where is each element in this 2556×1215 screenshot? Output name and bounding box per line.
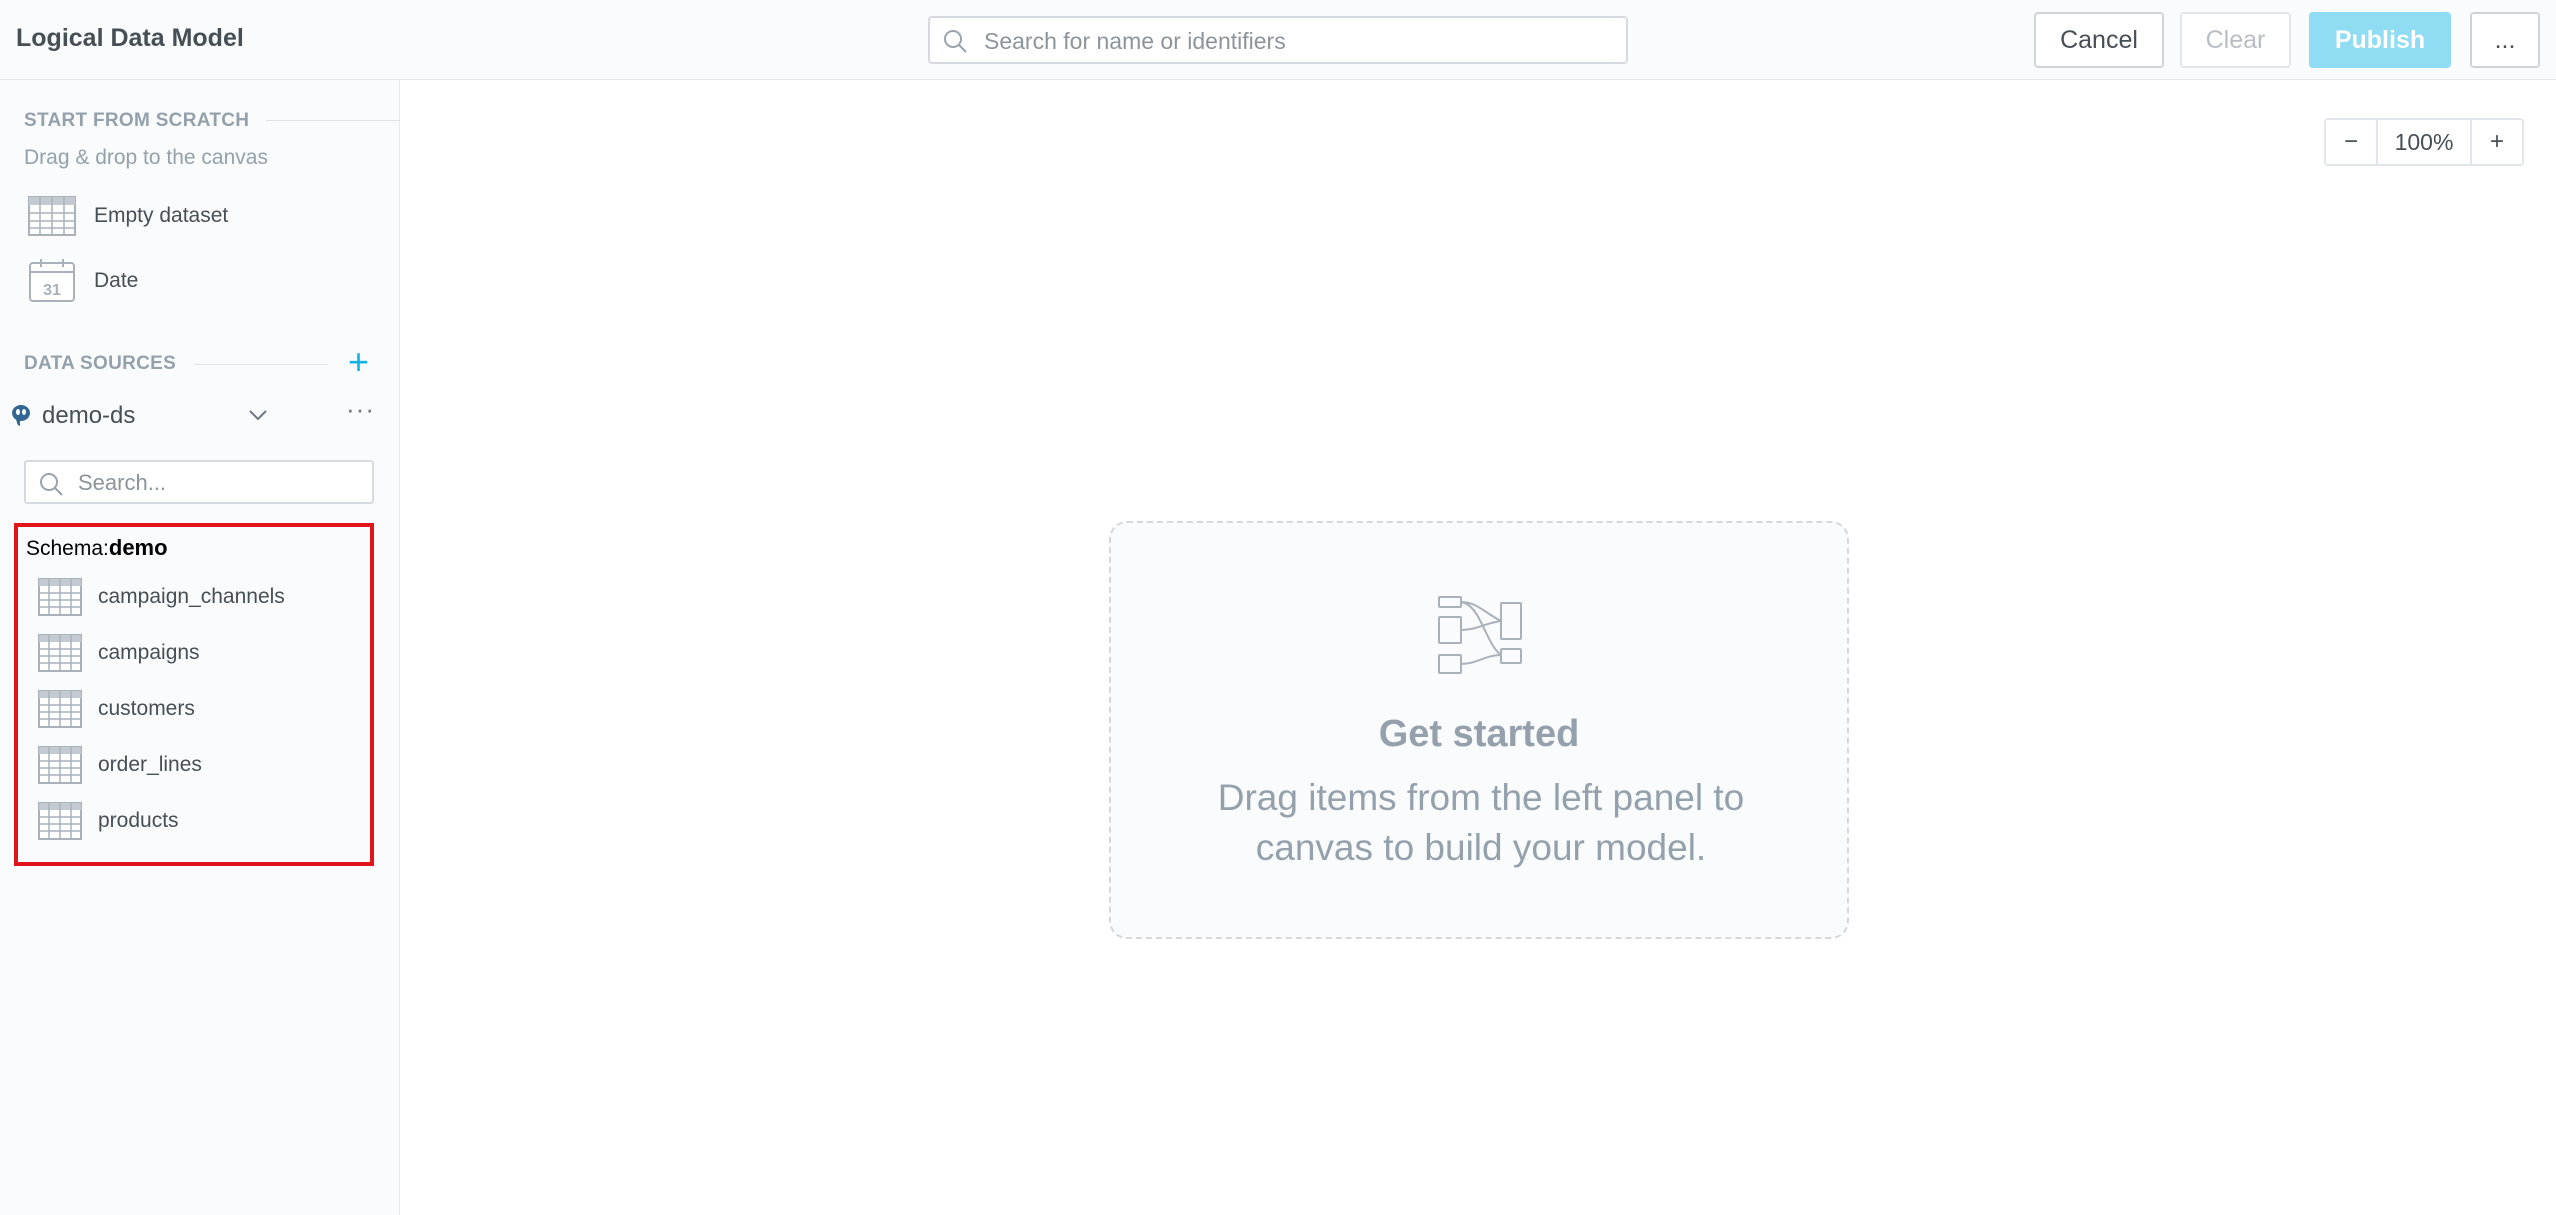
table-item[interactable]: products — [38, 801, 179, 841]
schema-name: demo — [108, 535, 168, 560]
section-title-data-sources: DATA SOURCES — [24, 353, 177, 374]
table-icon — [28, 196, 76, 236]
search-icon — [944, 30, 967, 53]
divider — [194, 364, 328, 365]
table-name: customers — [98, 697, 195, 720]
table-item[interactable]: campaigns — [38, 633, 200, 673]
schema-tree: Schema:demo campaign_channels campaigns … — [14, 523, 374, 866]
zoom-control: − 100% + — [2324, 118, 2524, 166]
section-title-scratch: START FROM SCRATCH — [24, 110, 250, 131]
scratch-hint: Drag & drop to the canvas — [24, 146, 268, 169]
svg-text:31: 31 — [43, 282, 61, 299]
scratch-item-label: Date — [94, 269, 139, 292]
table-item[interactable]: order_lines — [38, 745, 202, 785]
more-options-button[interactable]: ... — [2470, 12, 2540, 68]
add-data-source-button[interactable]: + — [348, 344, 369, 380]
zoom-level: 100% — [2376, 120, 2472, 164]
empty-description-line: Drag items from the left panel to — [1217, 777, 1745, 818]
table-name: campaigns — [98, 641, 200, 664]
scratch-item-label: Empty dataset — [94, 204, 229, 227]
empty-canvas-placeholder: Get started Drag items from the left pan… — [1109, 521, 1849, 939]
global-search[interactable] — [928, 16, 1628, 64]
app-title: Logical Data Model — [16, 24, 244, 52]
clear-button[interactable]: Clear — [2180, 12, 2291, 68]
table-icon — [38, 634, 82, 672]
table-name: products — [98, 809, 179, 832]
global-search-input[interactable] — [982, 24, 1616, 58]
chevron-down-icon — [249, 410, 267, 421]
schema-prefix: Schema: — [26, 537, 109, 560]
calendar-icon: 31 — [29, 259, 75, 302]
scratch-item-empty-dataset[interactable]: Empty dataset — [28, 192, 228, 240]
data-source-more-button[interactable]: ··· — [346, 394, 375, 425]
table-name: order_lines — [98, 753, 202, 776]
postgresql-icon — [12, 405, 30, 426]
table-icon — [38, 746, 82, 784]
table-item[interactable]: customers — [38, 689, 195, 729]
top-header: Logical Data Model Cancel Clear Publish … — [0, 0, 2556, 80]
table-icon — [38, 578, 82, 616]
table-icon — [38, 690, 82, 728]
data-source-name: demo-ds — [42, 402, 136, 429]
empty-description: Drag items from the left panel to canvas… — [1151, 773, 1811, 873]
zoom-out-button[interactable]: − — [2326, 120, 2376, 164]
source-search-input[interactable] — [76, 467, 370, 499]
left-panel: START FROM SCRATCH Drag & drop to the ca… — [0, 80, 400, 1215]
data-source-select[interactable]: demo-ds — [10, 394, 282, 438]
scratch-item-date[interactable]: 31 Date — [28, 257, 138, 305]
source-search[interactable] — [24, 460, 374, 504]
table-name: campaign_channels — [98, 585, 285, 608]
empty-title: Get started — [1378, 713, 1580, 755]
empty-description-line: canvas to build your model. — [1255, 827, 1707, 868]
cancel-button[interactable]: Cancel — [2034, 12, 2164, 68]
table-item[interactable]: campaign_channels — [38, 577, 285, 617]
schema-label: Schema:demo — [26, 535, 168, 561]
table-icon — [38, 802, 82, 840]
search-icon — [40, 473, 63, 496]
publish-button[interactable]: Publish — [2309, 12, 2451, 68]
divider — [266, 120, 400, 121]
model-diagram-icon — [1438, 596, 1522, 674]
zoom-in-button[interactable]: + — [2472, 120, 2522, 164]
